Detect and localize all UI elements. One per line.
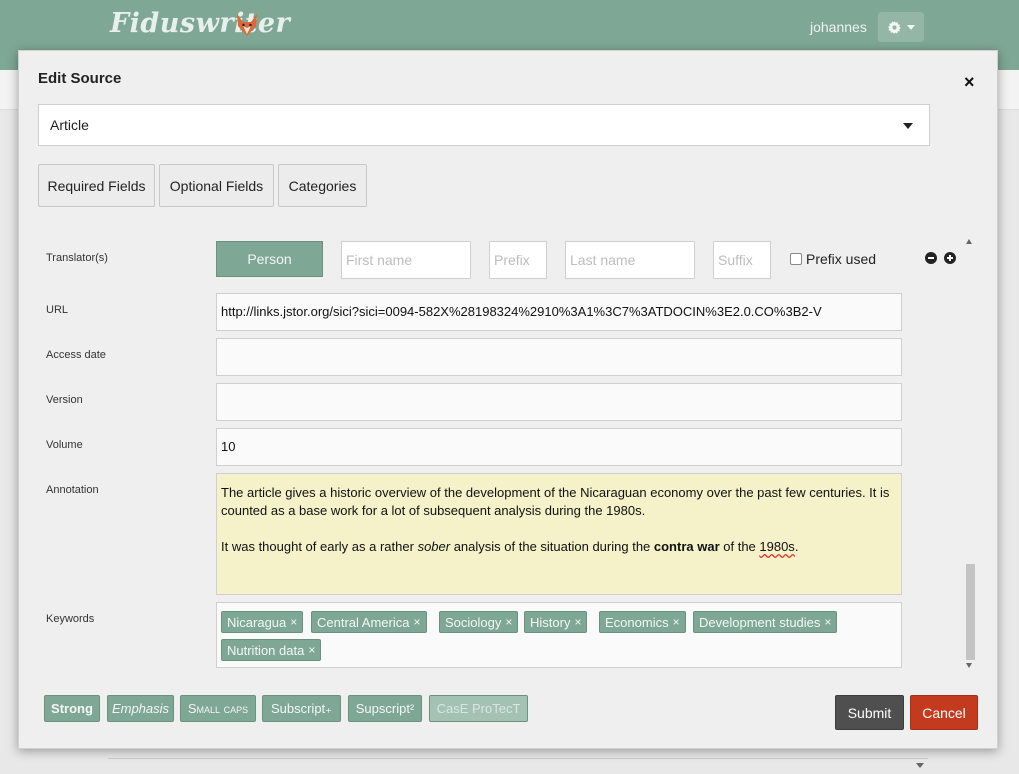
remove-keyword-icon[interactable]: × xyxy=(673,615,680,629)
remove-keyword-icon[interactable]: × xyxy=(824,615,831,629)
scroll-down-icon[interactable] xyxy=(966,663,972,668)
add-person-icon[interactable] xyxy=(944,252,956,264)
keyword-tag[interactable]: Economics × xyxy=(599,611,686,633)
prefix-used-option[interactable]: Prefix used xyxy=(790,251,876,267)
volume-field[interactable]: 10 xyxy=(216,428,902,466)
gear-icon xyxy=(887,20,901,34)
version-field[interactable] xyxy=(216,383,902,421)
tab-optional-fields[interactable]: Optional Fields xyxy=(159,164,274,207)
dialog-title: Edit Source xyxy=(38,70,122,87)
version-label: Version xyxy=(46,394,83,406)
prefix-used-checkbox[interactable] xyxy=(790,253,802,265)
edit-source-dialog: Edit Source × Article Required Fields Op… xyxy=(18,50,998,749)
keywords-label: Keywords xyxy=(46,613,95,625)
spellcheck-word: 1980s xyxy=(759,539,795,554)
chevron-down-icon xyxy=(906,24,915,30)
fields-scrollbar[interactable] xyxy=(964,239,976,671)
source-type-value: Article xyxy=(50,117,89,133)
remove-keyword-icon[interactable]: × xyxy=(413,615,420,629)
app-logo[interactable]: Fiduswriter xyxy=(110,8,290,39)
suffix-field[interactable]: Suffix xyxy=(713,241,771,279)
username[interactable]: johannes xyxy=(810,19,867,35)
tab-required-fields[interactable]: Required Fields xyxy=(38,164,155,207)
last-name-field[interactable]: Last name xyxy=(565,241,695,279)
translator-label: Translator(s) xyxy=(46,252,108,264)
url-field[interactable]: http://links.jstor.org/sici?sici=0094-58… xyxy=(216,293,902,331)
url-label: URL xyxy=(46,304,69,316)
keyword-tag[interactable]: Sociology × xyxy=(439,611,519,633)
close-icon[interactable]: × xyxy=(964,73,975,91)
case-protect-button[interactable]: CasE ProTecT xyxy=(429,695,528,722)
keyword-tag[interactable]: Central America × xyxy=(311,611,427,633)
emphasis-text: sober xyxy=(417,539,451,554)
submit-button[interactable]: Submit xyxy=(835,695,904,730)
strong-button[interactable]: Strong xyxy=(44,695,100,722)
supscript-button[interactable]: Supscript² xyxy=(348,695,422,722)
scroll-up-icon[interactable] xyxy=(966,239,972,244)
fields-scroll-area[interactable]: Translator(s) Person First name Prefix L… xyxy=(38,231,979,671)
subscript-button[interactable]: Subscript₊ xyxy=(262,695,341,722)
background-dropdown-icon xyxy=(916,763,924,768)
annotation-editor[interactable]: The article gives a historic overview of… xyxy=(216,473,902,595)
person-type-button[interactable]: Person xyxy=(216,241,323,277)
small-caps-button[interactable]: Small caps xyxy=(180,695,256,722)
access-date-label: Access date xyxy=(46,349,106,361)
remove-keyword-icon[interactable]: × xyxy=(290,615,297,629)
remove-keyword-icon[interactable]: × xyxy=(574,615,581,629)
scrollbar-thumb[interactable] xyxy=(966,564,975,660)
access-date-field[interactable] xyxy=(216,338,902,376)
remove-keyword-icon[interactable]: × xyxy=(505,615,512,629)
cancel-button[interactable]: Cancel xyxy=(910,695,978,730)
emphasis-button[interactable]: Emphasis xyxy=(107,695,174,722)
tab-categories[interactable]: Categories xyxy=(278,164,367,207)
keyword-tag[interactable]: Development studies × xyxy=(693,611,838,633)
annotation-paragraph: It was thought of early as a rather sobe… xyxy=(221,539,799,554)
prefix-field[interactable]: Prefix xyxy=(489,241,547,279)
remove-keyword-icon[interactable]: × xyxy=(308,643,315,657)
chevron-down-icon xyxy=(903,123,913,129)
keyword-tag[interactable]: Nutrition data × xyxy=(221,639,322,661)
strong-text: contra war xyxy=(653,539,720,554)
keyword-tag[interactable]: History × xyxy=(524,611,588,633)
keywords-input[interactable]: Nicaragua × Central America × Sociology × H… xyxy=(216,602,902,668)
background-table-row xyxy=(108,758,928,774)
annotation-paragraph: The article gives a historic overview of… xyxy=(221,485,890,518)
first-name-field[interactable]: First name xyxy=(341,241,471,279)
fox-logo-icon xyxy=(237,14,257,36)
annotation-label: Annotation xyxy=(46,484,99,496)
source-type-select[interactable]: Article xyxy=(38,104,930,146)
remove-person-icon[interactable] xyxy=(925,252,937,264)
settings-button[interactable] xyxy=(878,12,924,42)
prefix-used-label: Prefix used xyxy=(806,251,877,267)
keyword-tag[interactable]: Nicaragua × xyxy=(221,611,304,633)
volume-label: Volume xyxy=(46,439,83,451)
